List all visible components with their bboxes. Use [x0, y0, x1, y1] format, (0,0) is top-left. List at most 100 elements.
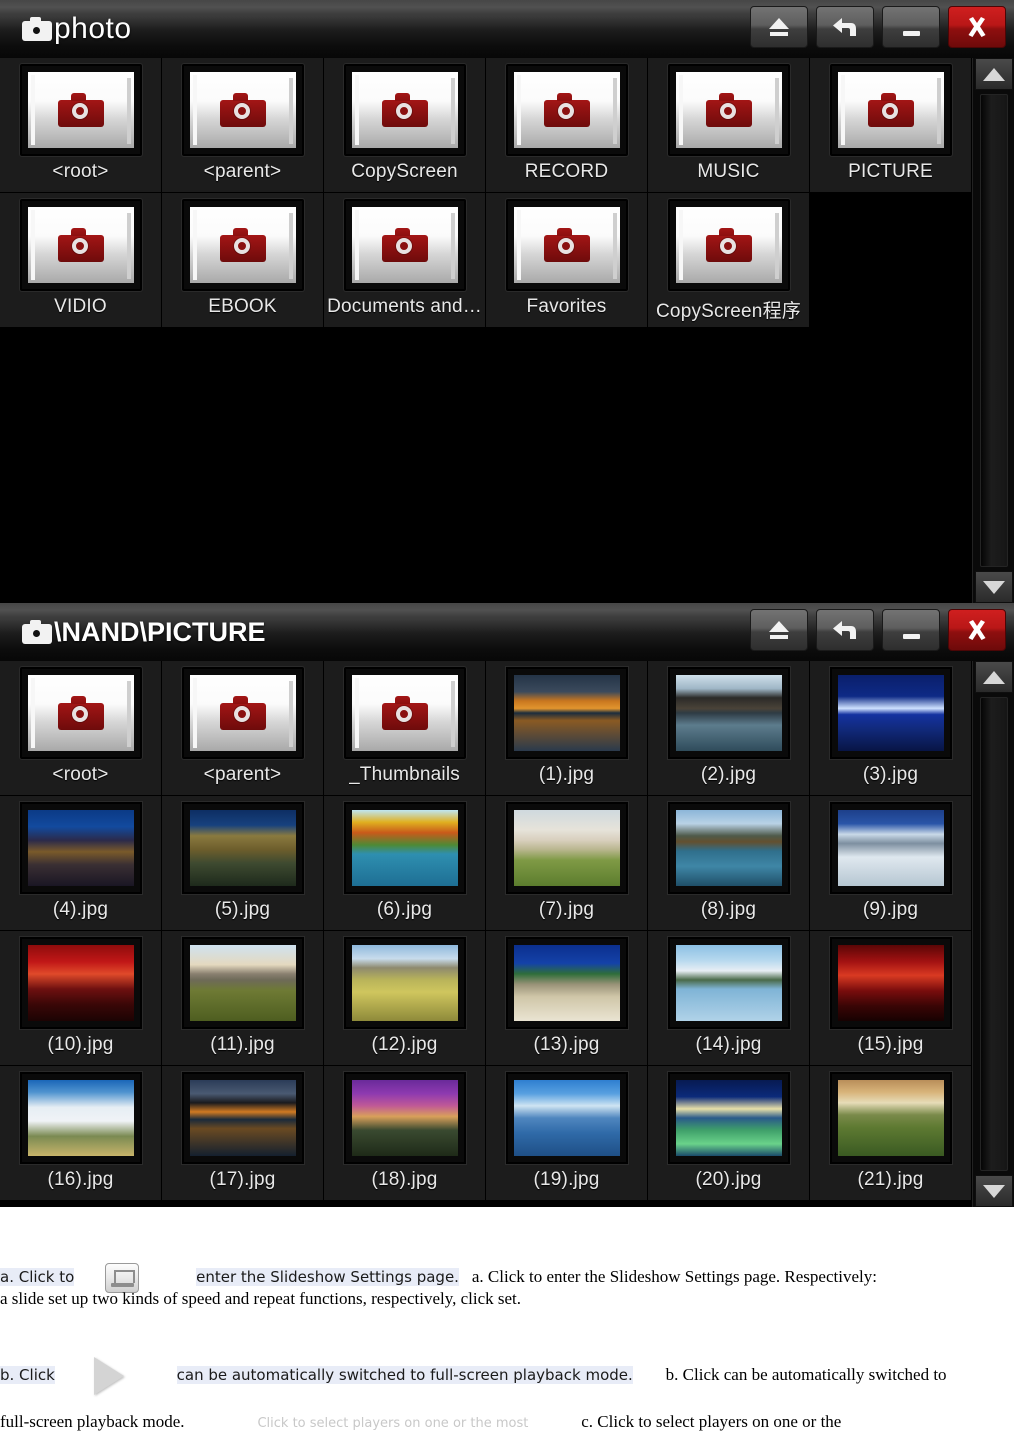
photo-item[interactable]: (12).jpg	[324, 931, 486, 1066]
photo-thumbnail	[19, 1072, 142, 1164]
camera-icon	[219, 93, 266, 127]
photo-thumbnail	[181, 802, 304, 894]
photo-item[interactable]: (13).jpg	[486, 931, 648, 1066]
photo-item[interactable]: (8).jpg	[648, 796, 810, 931]
folder-item[interactable]: _Thumbnails	[324, 661, 486, 796]
photo-thumbnail	[667, 802, 790, 894]
minimize-button[interactable]	[882, 609, 940, 651]
item-label: <parent>	[203, 161, 282, 182]
thumbnail-image	[837, 1080, 944, 1156]
photo-item[interactable]: (15).jpg	[810, 931, 972, 1066]
photo-item[interactable]: (21).jpg	[810, 1066, 972, 1201]
item-label: VIDIO	[54, 296, 107, 317]
titlebar-2: \NAND\PICTURE	[0, 603, 1014, 661]
photo-item[interactable]: (9).jpg	[810, 796, 972, 931]
photo-item[interactable]: (5).jpg	[162, 796, 324, 931]
scroll-down-arrow-icon[interactable]	[974, 1175, 1013, 1207]
minimize-button[interactable]	[882, 6, 940, 48]
photo-item[interactable]: (2).jpg	[648, 661, 810, 796]
item-label: (17).jpg	[209, 1169, 276, 1190]
folder-item[interactable]: Favorites	[486, 193, 648, 328]
photo-thumbnail	[505, 937, 628, 1029]
photo-item[interactable]: (7).jpg	[486, 796, 648, 931]
folder-icon	[505, 199, 628, 291]
folder-item[interactable]: RECORD	[486, 58, 648, 193]
item-label: <root>	[52, 161, 109, 182]
photo-item[interactable]: (1).jpg	[486, 661, 648, 796]
item-label: (21).jpg	[857, 1169, 924, 1190]
scroll-up-arrow-icon[interactable]	[974, 58, 1013, 90]
photo-browser-window-1: photo <root> <parent> CopyScreen RECORD MUSI…	[0, 0, 1014, 603]
camera-icon	[57, 93, 104, 127]
thumbnail-image	[27, 1080, 134, 1156]
play-icon	[93, 1357, 124, 1395]
item-label: PICTURE	[848, 161, 933, 182]
close-button[interactable]	[948, 609, 1006, 651]
item-label: CopyScreen程序	[656, 301, 801, 322]
folder-item[interactable]: CopyScreen程序	[648, 193, 810, 328]
camera-icon	[219, 696, 266, 730]
photo-item[interactable]: (16).jpg	[0, 1066, 162, 1201]
thumbnail-image	[513, 1080, 620, 1156]
folder-item[interactable]: VIDIO	[0, 193, 162, 328]
note-b-cn-suffix: can be automatically switched to full-sc…	[176, 1366, 633, 1385]
photo-item[interactable]: (4).jpg	[0, 796, 162, 931]
photo-thumbnail	[505, 667, 628, 759]
photo-thumbnail	[343, 802, 466, 894]
photo-thumbnail	[829, 937, 952, 1029]
scrollbar-track[interactable]	[979, 697, 1008, 1171]
folder-item[interactable]: Documents and…	[324, 193, 486, 328]
folder-icon	[181, 667, 304, 759]
thumbnail-image	[189, 1080, 296, 1156]
folder-item[interactable]: EBOOK	[162, 193, 324, 328]
photo-item[interactable]: (11).jpg	[162, 931, 324, 1066]
folder-item[interactable]: CopyScreen	[324, 58, 486, 193]
eject-button[interactable]	[750, 6, 808, 48]
photo-item[interactable]: (14).jpg	[648, 931, 810, 1066]
folder-item[interactable]: PICTURE	[810, 58, 972, 193]
close-button[interactable]	[948, 6, 1006, 48]
folder-item[interactable]: MUSIC	[648, 58, 810, 193]
note-b-en-cont: full-screen playback mode.	[0, 1412, 185, 1431]
file-grid-area-1: <root> <parent> CopyScreen RECORD MUSIC PICTU…	[0, 58, 1014, 603]
thumbnail-image	[351, 1080, 458, 1156]
thumbnail-image	[837, 945, 944, 1021]
item-label: (20).jpg	[695, 1169, 762, 1190]
eject-button[interactable]	[750, 609, 808, 651]
folder-icon	[181, 64, 304, 156]
camera-icon	[381, 93, 428, 127]
photo-item[interactable]: (6).jpg	[324, 796, 486, 931]
thumbnail-image	[513, 675, 620, 751]
item-label: <parent>	[203, 764, 282, 785]
folder-item[interactable]: <parent>	[162, 58, 324, 193]
scroll-up-arrow-icon[interactable]	[974, 661, 1013, 693]
item-label: (16).jpg	[47, 1169, 114, 1190]
photo-item[interactable]: (10).jpg	[0, 931, 162, 1066]
folder-item[interactable]: <parent>	[162, 661, 324, 796]
photo-item[interactable]: (3).jpg	[810, 661, 972, 796]
scrollbar-1[interactable]	[972, 58, 1014, 603]
photo-thumbnail	[829, 802, 952, 894]
thumbnail-image	[675, 1080, 782, 1156]
item-label: <root>	[52, 764, 109, 785]
photo-thumbnail	[505, 1072, 628, 1164]
note-a-cn-prefix: a. Click to	[0, 1268, 75, 1287]
back-button[interactable]	[816, 6, 874, 48]
scroll-down-arrow-icon[interactable]	[974, 571, 1013, 603]
file-grid-2: <root> <parent> _Thumbnails (1).jpg (2).jpg (…	[0, 661, 972, 1201]
thumbnail-image	[189, 945, 296, 1021]
caption-notes: a. Click to enter the Slideshow Settings…	[0, 1207, 1014, 1455]
folder-item[interactable]: <root>	[0, 661, 162, 796]
folder-icon	[343, 64, 466, 156]
thumbnail-image	[675, 675, 782, 751]
folder-item[interactable]: <root>	[0, 58, 162, 193]
photo-item[interactable]: (17).jpg	[162, 1066, 324, 1201]
scrollbar-track[interactable]	[979, 94, 1008, 567]
back-button[interactable]	[816, 609, 874, 651]
scrollbar-2[interactable]	[972, 661, 1014, 1207]
photo-item[interactable]: (20).jpg	[648, 1066, 810, 1201]
folder-icon	[667, 199, 790, 291]
photo-item[interactable]: (18).jpg	[324, 1066, 486, 1201]
thumbnail-image	[837, 810, 944, 886]
photo-item[interactable]: (19).jpg	[486, 1066, 648, 1201]
